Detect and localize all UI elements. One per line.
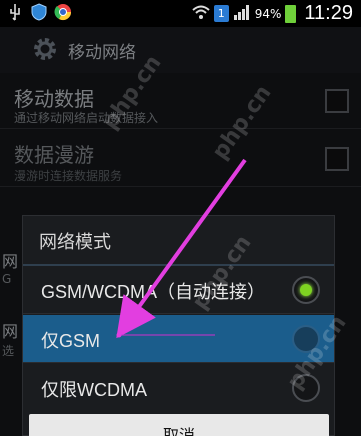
notification-badge: 1 — [213, 5, 229, 22]
setting-data-roaming[interactable]: 数据漫游 漫游时连接数据服务 — [0, 129, 361, 187]
cancel-button[interactable]: 取消 — [29, 414, 329, 436]
network-mode-dialog: 网络模式 GSM/WCDMA（自动连接） 仅GSM 仅限WCDMA 取消 — [22, 215, 335, 436]
setting-title: 移动数据 — [14, 87, 94, 111]
status-bar: 1 94% 11:29 — [0, 0, 361, 27]
setting-subtitle: 漫游时连接数据服务 — [14, 169, 123, 183]
mobile-data-checkbox[interactable] — [325, 89, 349, 113]
data-roaming-checkbox[interactable] — [325, 147, 349, 171]
setting-subtitle: 通过移动网络启动数据接入 — [14, 111, 159, 125]
wifi-icon — [192, 4, 210, 24]
setting-title: 数据漫游 — [14, 143, 94, 167]
option-gsm-wcdma-auto[interactable]: GSM/WCDMA（自动连接） — [23, 266, 334, 314]
option-label: 仅限WCDMA — [41, 380, 147, 400]
setting-title: 网 — [2, 252, 19, 271]
setting-title: 网 — [2, 322, 19, 341]
option-label: 仅GSM — [41, 331, 101, 351]
action-bar: 移动网络 — [0, 27, 361, 73]
option-gsm-only[interactable]: 仅GSM — [23, 315, 334, 363]
setting-subtitle: 选 — [2, 344, 15, 358]
signal-icon — [233, 4, 251, 24]
setting-subtitle: G — [2, 272, 12, 286]
chrome-icon — [54, 3, 72, 23]
usb-icon — [6, 3, 24, 23]
setting-hidden — [0, 187, 361, 215]
option-label: GSM/WCDMA（自动连接） — [41, 282, 265, 302]
battery-icon — [285, 4, 297, 23]
dialog-title: 网络模式 — [39, 232, 111, 253]
page-title: 移动网络 — [68, 43, 136, 63]
setting-mobile-data[interactable]: 移动数据 通过移动网络启动数据接入 — [0, 73, 361, 129]
shield-icon — [30, 3, 48, 23]
gear-icon[interactable] — [30, 34, 60, 64]
radio-checked-icon[interactable] — [292, 276, 320, 304]
clock: 11:29 — [304, 2, 353, 24]
battery-percent: 94% — [254, 6, 282, 21]
cancel-label: 取消 — [162, 426, 195, 436]
